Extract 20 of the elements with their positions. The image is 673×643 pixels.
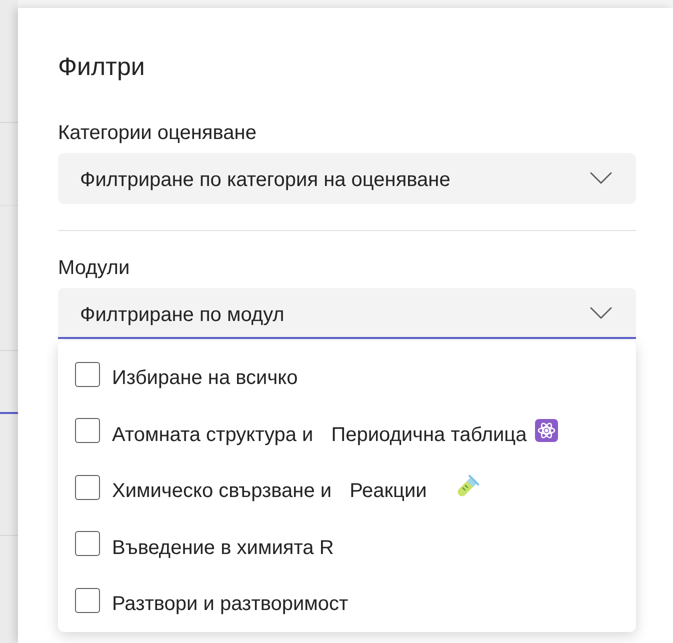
checkbox[interactable]: [75, 588, 100, 613]
filter-label: Категории оценяване: [58, 121, 256, 146]
option-label[interactable]: Разтвори и разтворимост: [112, 589, 348, 618]
option-label[interactable]: Въведение в химията R: [112, 532, 334, 561]
checkbox[interactable]: [75, 418, 100, 444]
atom-icon: [534, 419, 558, 442]
option-label[interactable]: Реакции: [350, 476, 427, 504]
option-label[interactable]: Избиране на всичко: [112, 363, 298, 392]
checkbox[interactable]: [75, 474, 100, 500]
dropdown-field[interactable]: Филтриране по категория на оценяване: [58, 153, 636, 204]
panel-title: Филтри: [58, 52, 145, 83]
checkbox[interactable]: [75, 531, 100, 556]
filter-label: Модули: [58, 256, 130, 281]
option-label[interactable]: Периодична таблица: [331, 420, 527, 448]
chevron-down-icon: [590, 172, 612, 184]
dropdown-field[interactable]: Филтриране по модул: [58, 288, 636, 339]
option-label[interactable]: Атомната структура и: [112, 420, 314, 448]
option-label[interactable]: Химическо свързване и: [112, 476, 332, 504]
chevron-down-icon: [590, 307, 612, 319]
checkbox[interactable]: [75, 362, 100, 387]
